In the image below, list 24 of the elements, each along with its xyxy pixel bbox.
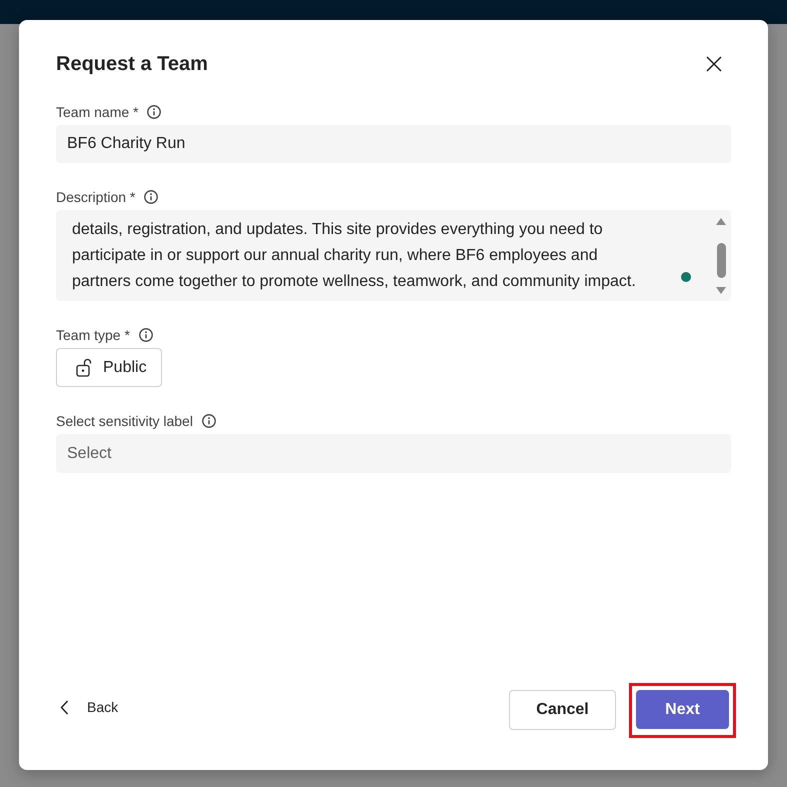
field-label: Description * xyxy=(56,189,136,205)
info-icon[interactable] xyxy=(138,328,153,342)
info-icon[interactable] xyxy=(202,414,216,428)
primary-button[interactable]: Next xyxy=(636,690,729,729)
info-icon[interactable] xyxy=(144,190,158,204)
text-area-field[interactable]: details, registration, and updates. This site provides everything you need to participate in or support our annual charity run, where BF6 employees and partners come together to promote wellness, teamwork, and community impact. xyxy=(56,210,731,301)
close-icon xyxy=(706,56,722,72)
secondary-button[interactable]: Cancel xyxy=(509,690,616,730)
field-label: Team name * xyxy=(56,104,138,120)
field-label: Team type * xyxy=(56,327,130,343)
dialog-title: Request a Team xyxy=(56,52,208,77)
close-button[interactable] xyxy=(706,56,722,72)
dropdown-field[interactable]: Select xyxy=(56,434,731,473)
back-link[interactable]: Back xyxy=(56,699,118,715)
status-dot-icon[interactable] xyxy=(681,272,691,282)
scroll-down-arrow-icon[interactable] xyxy=(716,287,726,294)
option-button[interactable]: Public xyxy=(56,348,162,387)
scroll-up-arrow-icon[interactable] xyxy=(716,218,726,225)
chevron-left-icon xyxy=(60,700,69,714)
info-icon[interactable] xyxy=(147,105,162,119)
unlocked-padlock-icon xyxy=(76,358,93,377)
scrollbar-thumb[interactable] xyxy=(716,243,726,278)
field-label: Select sensitivity label xyxy=(56,413,193,429)
text-input-field[interactable]: BF6 Charity Run xyxy=(56,125,731,163)
